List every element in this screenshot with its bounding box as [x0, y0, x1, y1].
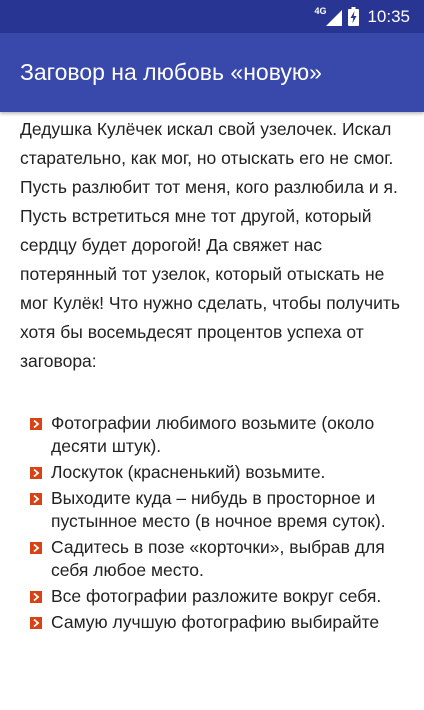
list-item-text: Фотографии любимого возьмите (около деся… [51, 413, 375, 456]
app-bar: Заговор на любовь «новую» [0, 33, 424, 112]
bullet-arrow-icon [30, 467, 42, 479]
status-time: 10:35 [367, 6, 410, 26]
bullet-arrow-icon [30, 542, 42, 554]
battery-indicator [348, 7, 360, 26]
page-title: Заговор на любовь «новую» [20, 59, 322, 85]
list-item: Все фотографии разложите вокруг себя. [30, 585, 404, 608]
article-intro: Дедушка Кулёчек искал свой узелочек. Иск… [20, 119, 401, 371]
list-item-text: Все фотографии разложите вокруг себя. [51, 586, 382, 606]
list-item-text: Самую лучшую фотографию выбирайте [51, 612, 380, 632]
list-item: Самую лучшую фотографию выбирайте [30, 611, 404, 634]
network-type-label: 4G [314, 5, 327, 16]
battery-charging-icon [348, 7, 360, 26]
list-item-text: Садитесь в позе «корточки», выбрав для с… [51, 537, 385, 580]
list-item: Лоскуток (красненький) возьмите. [30, 461, 404, 484]
bullet-arrow-icon [30, 617, 42, 629]
bullet-arrow-icon [30, 418, 42, 430]
steps-list: Фотографии любимого возьмите (около деся… [20, 412, 404, 634]
list-item: Садитесь в позе «корточки», выбрав для с… [30, 536, 404, 582]
list-item-text: Лоскуток (красненький) возьмите. [51, 462, 326, 482]
signal-icon [326, 9, 343, 26]
list-item: Фотографии любимого возьмите (около деся… [30, 412, 404, 458]
signal-indicator: 4G [314, 5, 343, 26]
bullet-arrow-icon [30, 591, 42, 603]
article-content[interactable]: Дедушка Кулёчек искал свой узелочек. Иск… [0, 112, 424, 710]
bullet-arrow-icon [30, 493, 42, 505]
status-bar: 4G 10:35 [0, 0, 424, 33]
list-item: Выходите куда – нибудь в просторное и пу… [30, 487, 404, 533]
list-item-text: Выходите куда – нибудь в просторное и пу… [51, 488, 386, 531]
